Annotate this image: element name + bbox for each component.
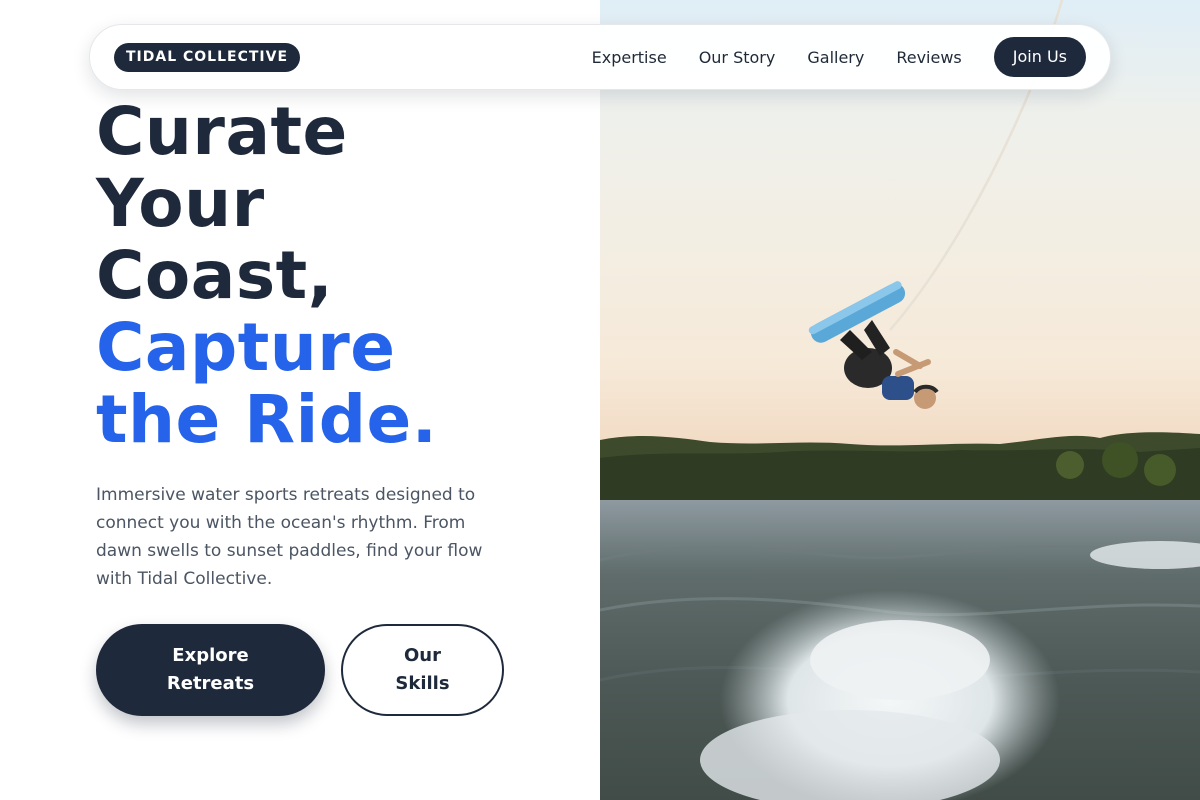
hero-headline: Curate Your Coast, Capture the Ride.	[96, 96, 437, 456]
hero-description: Immersive water sports retreats designed…	[96, 485, 483, 589]
headline-accent-line: Capture	[96, 309, 396, 386]
brand-logo[interactable]: TIDAL COLLECTIVE	[114, 42, 301, 72]
nav-link-our-story[interactable]: Our Story	[699, 48, 776, 67]
nav-link-gallery[interactable]: Gallery	[807, 48, 864, 67]
button-label: Our	[404, 645, 441, 666]
nav-links: Expertise Our Story Gallery Reviews Join…	[592, 37, 1086, 77]
headline-line: Curate	[96, 93, 348, 170]
headline-line: Your	[96, 165, 265, 242]
nav-link-expertise[interactable]: Expertise	[592, 48, 667, 67]
page: TIDAL COLLECTIVE Expertise Our Story Gal…	[0, 0, 1200, 800]
top-nav: TIDAL COLLECTIVE Expertise Our Story Gal…	[89, 24, 1111, 90]
nav-link-reviews[interactable]: Reviews	[896, 48, 961, 67]
wakeboard-illustration	[600, 0, 1200, 800]
our-skills-button[interactable]: Our Skills	[341, 624, 504, 716]
headline-accent-line: the Ride.	[96, 381, 438, 458]
button-label: Skills	[395, 673, 450, 694]
explore-retreats-button[interactable]: Explore Retreats	[96, 624, 325, 716]
button-label: Explore	[172, 645, 249, 666]
join-us-button[interactable]: Join Us	[993, 37, 1086, 77]
hero-photo	[600, 0, 1200, 800]
headline-line: Coast,	[96, 237, 334, 314]
button-label: Retreats	[166, 673, 255, 694]
